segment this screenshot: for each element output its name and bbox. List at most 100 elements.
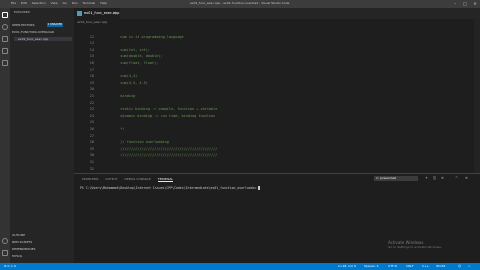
line-number: 22 bbox=[89, 100, 94, 105]
terminal-output[interactable]: PS C:\Users\Mohammed\Desktop\Internet Is… bbox=[80, 186, 261, 190]
file-item-label[interactable]: ex01_func_exec.cpp bbox=[18, 37, 48, 41]
line-code: // function overloading bbox=[112, 140, 169, 145]
kill-terminal-button[interactable]: ✕ bbox=[440, 176, 445, 181]
title-bar: File Edit Selection View Go Run Terminal… bbox=[0, 0, 480, 8]
explorer-icon[interactable] bbox=[2, 12, 8, 18]
activate-windows-watermark: Activate Windows Go to Settings to activ… bbox=[388, 240, 442, 250]
menu-selection[interactable]: Selection bbox=[32, 1, 46, 5]
unsaved-badge: 1 UNSAVED bbox=[47, 23, 63, 27]
minimize-button[interactable]: – bbox=[450, 0, 460, 8]
menu-go[interactable]: Go bbox=[63, 1, 67, 5]
run-debug-icon[interactable] bbox=[2, 48, 8, 54]
line-number: 19 bbox=[89, 80, 94, 85]
line-code: dynamic binding -> run time, binding fun… bbox=[112, 113, 216, 118]
tab-debug-console[interactable]: DEBUG CONSOLE bbox=[125, 177, 151, 181]
breadcrumb[interactable]: ex01_func_exec.cpp bbox=[77, 20, 107, 24]
line-code: static binding -> compile, function + va… bbox=[112, 107, 218, 112]
status-bar: ⊗ 0 ⚠ 0 Ln 18, Col 9 Spaces: 4 UTF-8 CRL… bbox=[0, 263, 480, 270]
line-number: 30 bbox=[89, 153, 94, 158]
line-code: sum(double, double); bbox=[112, 54, 163, 59]
line-number: 17 bbox=[89, 67, 94, 72]
code-editor[interactable]: 12 num is it programming_language 13 14 su… bbox=[74, 19, 480, 173]
line-number: 12 bbox=[89, 34, 94, 39]
line-number: 24 bbox=[89, 113, 94, 118]
close-window-button[interactable]: ✕ bbox=[470, 0, 480, 8]
search-icon[interactable] bbox=[2, 24, 8, 30]
dependencies-section[interactable]: DEPENDENCIES bbox=[12, 247, 35, 251]
split-terminal-button[interactable]: ◫ bbox=[432, 176, 437, 181]
menu-edit[interactable]: Edit bbox=[21, 1, 27, 5]
line-number: 25 bbox=[89, 120, 94, 125]
outline-section[interactable]: OUTLINE bbox=[12, 233, 25, 237]
terminal-cursor bbox=[258, 186, 261, 190]
folder-section[interactable]: EX01-FUNCTION-OVERLOAD bbox=[12, 30, 54, 34]
new-terminal-button[interactable]: + bbox=[424, 176, 429, 181]
terminal-prompt: PS C:\Users\Mohammed\Desktop\Internet Is… bbox=[80, 186, 259, 190]
terminal-select[interactable]: 1: powershell bbox=[374, 176, 418, 181]
close-panel-button[interactable]: ✕ bbox=[464, 176, 469, 181]
line-number: 15 bbox=[89, 54, 94, 59]
line-number: 26 bbox=[89, 127, 94, 131]
editor-scrollbar[interactable] bbox=[474, 19, 480, 173]
npm-scripts-section[interactable]: NPM SCRIPTS bbox=[12, 240, 32, 244]
bell-icon[interactable]: ♨ bbox=[468, 264, 471, 268]
extensions-icon[interactable] bbox=[2, 60, 8, 66]
line-code: num is it programming_language bbox=[112, 34, 184, 39]
menu-help[interactable]: Help bbox=[100, 1, 107, 5]
line-number: 13 bbox=[89, 41, 94, 46]
vscode-window: File Edit Selection View Go Run Terminal… bbox=[0, 0, 480, 270]
tab-ex01-func-exec[interactable]: ex01_func_exec.cpp ✕ bbox=[74, 8, 120, 19]
line-code: ////////////////////////////////////////… bbox=[112, 146, 218, 151]
line-number: 16 bbox=[89, 61, 94, 65]
menu-terminal[interactable]: Terminal bbox=[83, 1, 96, 5]
line-code: binding bbox=[112, 94, 136, 98]
tab-terminal[interactable]: TERMINAL bbox=[157, 177, 174, 182]
menu-bar: File Edit Selection View Go Run Terminal… bbox=[11, 1, 111, 5]
gear-icon[interactable] bbox=[2, 250, 8, 256]
menu-view[interactable]: View bbox=[51, 1, 58, 5]
explorer-title: EXPLORER bbox=[14, 10, 30, 14]
cpp-file-icon bbox=[77, 11, 82, 16]
line-number: 32 bbox=[89, 166, 94, 171]
menu-run[interactable]: Run bbox=[72, 1, 78, 5]
window-title: ex01_func_exec.cpp - ex01-function-overl… bbox=[190, 1, 290, 5]
explorer-sidebar: EXPLORER OPEN EDITORS 1 UNSAVED EX01-FUN… bbox=[10, 8, 74, 263]
watermark-subtitle: Go to Settings to activate Windows. bbox=[388, 245, 442, 249]
line-number: 29 bbox=[89, 146, 94, 151]
maximize-panel-button[interactable]: ^ bbox=[454, 176, 459, 181]
line-code: sum(float, float); bbox=[112, 61, 159, 65]
source-control-icon[interactable] bbox=[2, 36, 8, 42]
menu-file[interactable]: File bbox=[11, 1, 16, 5]
language-mode[interactable]: C++ bbox=[422, 264, 429, 268]
line-number: 23 bbox=[89, 107, 94, 112]
line-code: ////////////////////////////////////////… bbox=[112, 153, 218, 158]
problems-count[interactable]: ⊗ 0 ⚠ 0 bbox=[4, 264, 16, 268]
open-editors-section[interactable]: OPEN EDITORS bbox=[12, 23, 35, 27]
editor-tab-bar: ex01_func_exec.cpp ✕ bbox=[74, 8, 480, 19]
line-code: sum(int, int); bbox=[112, 47, 150, 52]
line-code: sum(4,4) bbox=[112, 74, 138, 79]
bottom-panel: PROBLEMS OUTPUT DEBUG CONSOLE TERMINAL 1… bbox=[74, 173, 480, 264]
line-code: sum(4.5, 4.5) bbox=[112, 80, 148, 85]
platform[interactable]: Win32 bbox=[436, 264, 445, 268]
indentation[interactable]: Spaces: 4 bbox=[364, 264, 379, 268]
panel-tabs: PROBLEMS OUTPUT DEBUG CONSOLE TERMINAL bbox=[82, 177, 179, 182]
line-number: 18 bbox=[89, 74, 94, 79]
tab-close-icon[interactable]: ✕ bbox=[113, 11, 116, 15]
maximize-button[interactable]: □ bbox=[460, 0, 470, 8]
activity-bar bbox=[0, 8, 10, 263]
account-icon[interactable] bbox=[2, 238, 8, 244]
line-number: 28 bbox=[89, 140, 94, 145]
line-ending[interactable]: CRLF bbox=[406, 264, 414, 268]
line-code: */ bbox=[112, 127, 125, 131]
feedback-icon[interactable]: ☺ bbox=[458, 264, 461, 268]
line-number: 20 bbox=[89, 87, 94, 92]
encoding[interactable]: UTF-8 bbox=[388, 264, 397, 268]
mysql-section[interactable]: MYSQL bbox=[12, 254, 22, 258]
line-number: 27 bbox=[89, 133, 94, 138]
line-number: 21 bbox=[89, 94, 94, 98]
tab-problems[interactable]: PROBLEMS bbox=[82, 177, 98, 181]
tab-output[interactable]: OUTPUT bbox=[105, 177, 117, 181]
line-number: 31 bbox=[89, 160, 94, 164]
cursor-position[interactable]: Ln 18, Col 9 bbox=[338, 264, 356, 268]
